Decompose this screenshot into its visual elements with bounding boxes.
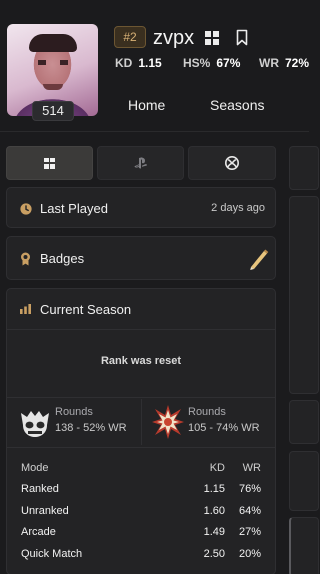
season-divider	[7, 329, 275, 330]
wr-cell: 20%	[238, 547, 261, 560]
column-header-kd: KD	[209, 461, 225, 474]
platform-tab-playstation[interactable]	[97, 146, 184, 180]
badge-icon	[21, 252, 30, 266]
mode-stats-table: Mode KD WR Ranked 1.15 76% Unranked 1.60…	[21, 457, 261, 565]
bar-chart-icon	[20, 304, 31, 314]
mode-cell: Arcade	[21, 526, 56, 539]
rank-card-2-value: 105 - 74% WR	[188, 422, 260, 434]
rank-card-divider	[141, 399, 142, 445]
mode-cell: Ranked	[21, 483, 59, 496]
hs-label: HS%	[183, 56, 211, 70]
xbox-icon	[225, 156, 239, 170]
avatar-mouth	[43, 84, 63, 90]
rank-card-2-label: Rounds	[188, 406, 226, 418]
kd-cell: 1.49	[203, 526, 225, 539]
last-played-card: Last Played 2 days ago	[6, 187, 276, 228]
bookmark-icon[interactable]	[236, 29, 248, 46]
column-header-wr: WR	[242, 461, 261, 474]
kd-cell: 2.50	[203, 547, 225, 560]
mode-cell: Quick Match	[21, 547, 83, 560]
right-panel-partial	[289, 196, 319, 394]
avatar-hair	[29, 34, 77, 52]
table-row: Quick Match 2.50 20%	[21, 543, 261, 565]
table-row: Unranked 1.60 64%	[21, 500, 261, 522]
kd-cell: 1.15	[203, 483, 225, 496]
wr-label: WR	[259, 56, 279, 70]
rank-card-1-value: 138 - 52% WR	[55, 422, 127, 434]
wr-cell: 27%	[238, 526, 261, 539]
rank-emblem-icon	[152, 405, 184, 439]
tab-seasons[interactable]: Seasons	[210, 97, 264, 113]
rank-reset-text: Rank was reset	[100, 355, 182, 367]
badges-card[interactable]: Badges	[6, 236, 276, 280]
kd-stat: KD 1.15	[115, 56, 162, 70]
right-panel-partial	[289, 451, 319, 511]
column-header-mode: Mode	[21, 461, 49, 474]
rank-badge: #2	[114, 26, 146, 48]
platform-tab-xbox[interactable]	[188, 146, 276, 180]
kd-cell: 1.60	[203, 504, 225, 517]
username: zvpx	[153, 27, 195, 49]
clock-icon	[20, 203, 32, 215]
playstation-icon	[134, 157, 147, 169]
table-header: Mode KD WR	[21, 457, 261, 479]
windows-icon	[205, 31, 219, 45]
season-divider	[7, 447, 275, 448]
wr-value: 72%	[285, 56, 310, 70]
right-panel-partial	[289, 146, 319, 190]
hs-value: 67%	[216, 56, 241, 70]
platform-tab-windows[interactable]	[6, 146, 93, 180]
unranked-skull-icon	[21, 411, 49, 437]
table-row: Arcade 1.49 27%	[21, 522, 261, 544]
mode-cell: Unranked	[21, 504, 69, 517]
wr-cell: 64%	[238, 504, 261, 517]
current-season-title: Current Season	[40, 302, 132, 317]
wr-stat: WR 72%	[259, 56, 309, 70]
tab-home[interactable]: Home	[128, 97, 165, 113]
right-panel-partial	[289, 400, 319, 444]
rank-card-1-label: Rounds	[55, 406, 93, 418]
kd-value: 1.15	[138, 56, 162, 70]
last-played-value: 2 days ago	[211, 202, 265, 214]
badges-label: Badges	[40, 251, 85, 266]
hs-stat: HS% 67%	[183, 56, 240, 70]
level-badge: 514	[32, 101, 74, 121]
kd-label: KD	[115, 56, 133, 70]
wr-cell: 76%	[238, 483, 261, 496]
season-divider	[7, 397, 275, 398]
table-row: Ranked 1.15 76%	[21, 479, 261, 501]
pencil-badge-icon	[250, 249, 269, 270]
right-panel-partial	[289, 517, 319, 574]
windows-icon	[44, 157, 55, 169]
avatar-eyes	[38, 60, 68, 65]
last-played-label: Last Played	[40, 201, 108, 216]
header-divider	[0, 131, 309, 132]
